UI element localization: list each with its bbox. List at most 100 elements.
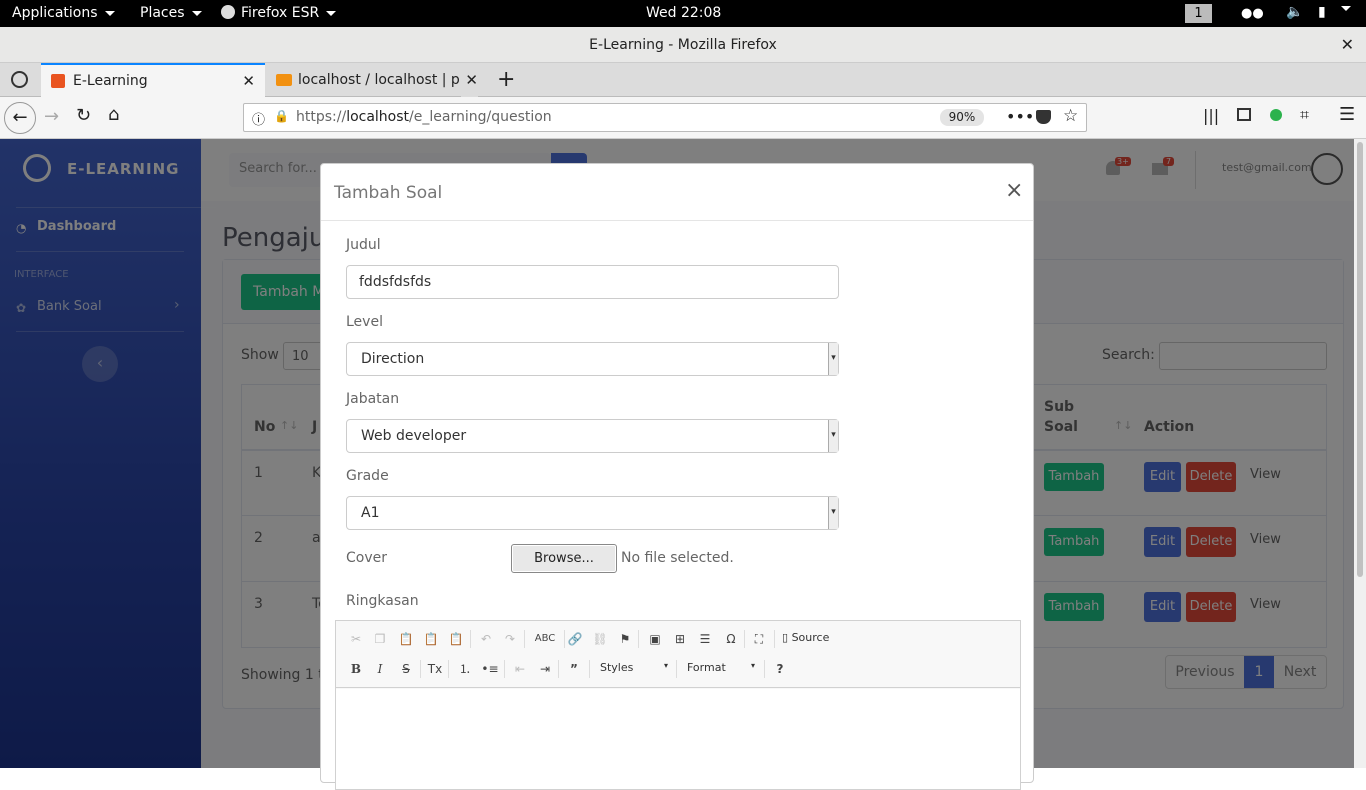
strikethrough-icon[interactable]: S bbox=[396, 659, 416, 679]
judul-label: Judul bbox=[346, 237, 381, 253]
system-top-bar: Applications Places Firefox ESR Wed 22:0… bbox=[0, 0, 1366, 27]
indent-icon[interactable]: ⇥ bbox=[535, 659, 555, 679]
unlink-icon[interactable]: ⛓ bbox=[590, 629, 610, 649]
editor-content-area[interactable] bbox=[336, 689, 1020, 789]
firefox-app-menu[interactable]: Firefox ESR bbox=[221, 5, 337, 21]
help-icon[interactable]: ? bbox=[770, 659, 790, 679]
file-status: No file selected. bbox=[621, 550, 734, 566]
lock-icon[interactable]: 🔒 bbox=[274, 109, 289, 123]
whatsapp-icon[interactable] bbox=[1270, 109, 1282, 121]
select-arrow-icon[interactable]: ▾ bbox=[828, 420, 838, 452]
styles-dropdown[interactable]: Styles ▾ bbox=[600, 661, 672, 677]
chevron-down-icon[interactable] bbox=[1334, 0, 1351, 16]
source-icon: ▯ bbox=[782, 631, 792, 644]
image-icon[interactable]: ▣ bbox=[645, 629, 665, 649]
reload-icon[interactable]: ↻ bbox=[76, 105, 91, 126]
close-tab-icon[interactable]: ✕ bbox=[461, 63, 478, 97]
home-icon[interactable]: ⌂ bbox=[108, 104, 119, 125]
workspace-indicator[interactable]: 1 bbox=[1185, 4, 1212, 23]
grade-label: Grade bbox=[346, 468, 389, 484]
people-icon[interactable]: ●● bbox=[1241, 6, 1264, 21]
toolbar-separator bbox=[558, 660, 559, 678]
places-menu[interactable]: Places bbox=[140, 5, 202, 21]
zoom-indicator[interactable]: 90% bbox=[940, 109, 984, 126]
back-icon[interactable]: ← bbox=[4, 102, 36, 134]
applications-menu[interactable]: Applications bbox=[12, 5, 115, 21]
library-icon[interactable]: ||| bbox=[1203, 106, 1219, 125]
paste-word-icon[interactable]: 📋 bbox=[446, 629, 466, 649]
pocket-icon[interactable] bbox=[1036, 110, 1051, 124]
undo-icon[interactable]: ↶ bbox=[476, 629, 496, 649]
volume-muted-icon[interactable]: 🔈 bbox=[1286, 4, 1303, 20]
tab-label: localhost / localhost | php bbox=[298, 72, 478, 88]
outdent-icon[interactable]: ⇤ bbox=[510, 659, 530, 679]
table-icon[interactable]: ⊞ bbox=[670, 629, 690, 649]
redo-icon[interactable]: ↷ bbox=[500, 629, 520, 649]
modal-header: Tambah Soal × bbox=[321, 164, 1033, 221]
toolbar-separator bbox=[589, 660, 590, 678]
cut-icon[interactable]: ✂ bbox=[346, 629, 366, 649]
horizontal-line-icon[interactable]: ☰ bbox=[695, 629, 715, 649]
sidebar-toggle-icon[interactable] bbox=[1237, 108, 1251, 121]
level-label: Level bbox=[346, 314, 383, 330]
browse-button[interactable]: Browse... bbox=[511, 544, 617, 573]
tab-label: E-Learning bbox=[73, 73, 148, 89]
bulleted-list-icon[interactable]: •≡ bbox=[480, 659, 500, 679]
copy-icon[interactable]: ❐ bbox=[370, 629, 390, 649]
jabatan-value: Web developer bbox=[361, 428, 467, 444]
window-titlebar: E-Learning - Mozilla Firefox ✕ bbox=[0, 27, 1366, 63]
close-tab-icon[interactable]: ✕ bbox=[242, 65, 255, 97]
level-select[interactable]: Direction ▾ bbox=[346, 342, 839, 376]
new-tab-icon[interactable]: + bbox=[497, 67, 515, 92]
grade-select[interactable]: A1 ▾ bbox=[346, 496, 839, 530]
tab-e-learning[interactable]: E-Learning ✕ bbox=[41, 63, 265, 97]
window-close-icon[interactable]: ✕ bbox=[1341, 27, 1354, 63]
battery-icon[interactable]: ▮ bbox=[1318, 4, 1326, 20]
info-icon[interactable]: ⓘ bbox=[252, 109, 265, 128]
menu-icon[interactable]: ☰ bbox=[1339, 104, 1355, 125]
italic-icon[interactable]: I bbox=[370, 659, 390, 679]
toolbar-separator bbox=[774, 630, 775, 648]
clock[interactable]: Wed 22:08 bbox=[646, 5, 721, 21]
anchor-flag-icon[interactable]: ⚑ bbox=[615, 629, 635, 649]
bold-icon[interactable]: B bbox=[346, 659, 366, 679]
paste-icon[interactable]: 📋 bbox=[396, 629, 416, 649]
jabatan-select[interactable]: Web developer ▾ bbox=[346, 419, 839, 453]
toolbar-separator bbox=[448, 660, 449, 678]
window-title: E-Learning - Mozilla Firefox bbox=[589, 37, 777, 53]
judul-input[interactable]: fddsfdsfds bbox=[346, 265, 839, 299]
link-icon[interactable]: 🔗 bbox=[565, 629, 585, 649]
toolbar-separator bbox=[638, 630, 639, 648]
ringkasan-label: Ringkasan bbox=[346, 593, 419, 609]
toolbar-separator bbox=[744, 630, 745, 648]
bookmark-star-icon[interactable]: ☆ bbox=[1063, 106, 1078, 126]
favicon-icon bbox=[51, 74, 65, 88]
page-actions-icon[interactable]: ••• bbox=[1006, 107, 1034, 126]
page-scrollbar[interactable] bbox=[1354, 139, 1366, 768]
toolbar-separator bbox=[764, 660, 765, 678]
modal-close-icon[interactable]: × bbox=[1005, 178, 1023, 203]
forward-icon[interactable]: → bbox=[44, 106, 59, 127]
select-arrow-icon[interactable]: ▾ bbox=[828, 343, 838, 375]
toolbar-separator bbox=[420, 660, 421, 678]
remove-format-icon[interactable]: Tx bbox=[425, 659, 445, 679]
blockquote-icon[interactable]: ” bbox=[564, 659, 584, 679]
maximize-icon[interactable]: ⛶ bbox=[749, 629, 769, 649]
scrollbar-thumb[interactable] bbox=[1357, 142, 1363, 577]
editor-toolbar: ✂ ❐ 📋 📋 📋 ↶ ↷ ABC 🔗 ⛓ ⚑ ▣ ⊞ ☰ Ω ⛶ ▯ Sour… bbox=[336, 621, 1020, 688]
numbered-list-icon[interactable]: ⒈ bbox=[455, 659, 475, 679]
rich-text-editor: ✂ ❐ 📋 📋 📋 ↶ ↷ ABC 🔗 ⛓ ⚑ ▣ ⊞ ☰ Ω ⛶ ▯ Sour… bbox=[335, 620, 1021, 790]
globe-icon[interactable] bbox=[11, 71, 28, 88]
paste-text-icon[interactable]: 📋 bbox=[421, 629, 441, 649]
source-button[interactable]: ▯ Source bbox=[782, 631, 829, 644]
special-char-icon[interactable]: Ω bbox=[721, 629, 741, 649]
url-text: https://localhost/e_learning/question bbox=[296, 109, 552, 125]
url-bar[interactable]: ⓘ 🔒 https://localhost/e_learning/questio… bbox=[243, 103, 1087, 132]
format-dropdown[interactable]: Format ▾ bbox=[687, 661, 759, 677]
toolbar-separator bbox=[524, 630, 525, 648]
tab-phpmyadmin[interactable]: localhost / localhost | php ✕ bbox=[266, 63, 488, 97]
screenshot-icon[interactable]: ⌗ bbox=[1300, 105, 1309, 125]
select-arrow-icon[interactable]: ▾ bbox=[828, 497, 838, 529]
toolbar-separator bbox=[504, 660, 505, 678]
spellcheck-icon[interactable]: ABC bbox=[532, 629, 558, 649]
